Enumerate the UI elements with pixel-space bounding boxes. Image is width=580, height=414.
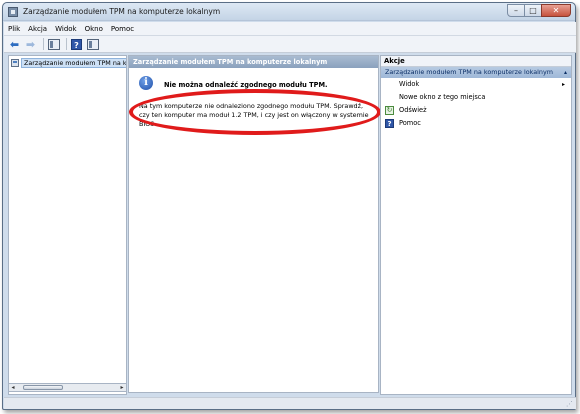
title-bar[interactable]: Zarządzanie modułem TPM na komputerze lo…: [3, 3, 575, 21]
back-arrow-icon: ⬅: [9, 37, 20, 51]
show-hide-action-pane-button[interactable]: [86, 38, 99, 51]
help-icon: ?: [71, 38, 82, 50]
menu-help[interactable]: Pomoc: [111, 25, 134, 33]
forward-button[interactable]: ➡: [24, 38, 37, 51]
refresh-icon: ↻: [385, 106, 394, 115]
submenu-arrow-icon: ▸: [561, 81, 565, 88]
console-tree-horizontal-scrollbar[interactable]: ◂ ▸: [8, 383, 127, 392]
show-hide-action-pane-icon: [86, 38, 99, 50]
menu-file[interactable]: Plik: [8, 25, 20, 33]
scroll-right-arrow-icon[interactable]: ▸: [118, 384, 126, 391]
action-label: Nowe okno z tego miejsca: [399, 93, 486, 101]
tpm-snapin-icon: [11, 59, 19, 67]
window-controls: – □ ✕: [507, 4, 571, 17]
actions-section-label: Zarządzanie modułem TPM na komputerze lo…: [385, 68, 553, 76]
tree-item-tpm-management[interactable]: Zarządzanie modułem TPM na komputerze lo…: [11, 58, 126, 68]
tree-item-label: Zarządzanie modułem TPM na komputerze lo…: [21, 58, 126, 68]
menu-action[interactable]: Akcja: [28, 25, 47, 33]
scroll-left-arrow-icon[interactable]: ◂: [9, 384, 17, 391]
app-icon: [8, 7, 18, 17]
menu-bar: Plik Akcja Widok Okno Pomoc: [4, 22, 576, 36]
highlight-ellipse: [129, 89, 381, 135]
result-pane-header: Zarządzanie modułem TPM na komputerze lo…: [129, 56, 378, 68]
action-label: Widok: [399, 80, 420, 88]
console-tree-pane[interactable]: Zarządzanie modułem TPM na komputerze lo…: [8, 55, 127, 395]
status-bar: ⋰: [4, 397, 576, 409]
mmc-window: Zarządzanie modułem TPM na komputerze lo…: [2, 2, 576, 410]
result-pane: Zarządzanie modułem TPM na komputerze lo…: [128, 55, 381, 393]
window-title: Zarządzanie modułem TPM na komputerze lo…: [23, 7, 221, 16]
toolbar-separator: [66, 38, 67, 50]
menu-view[interactable]: Widok: [55, 25, 77, 33]
action-view[interactable]: Widok ▸: [381, 78, 571, 91]
scrollbar-thumb[interactable]: [23, 385, 63, 390]
forward-arrow-icon: ➡: [25, 37, 36, 51]
actions-section-title[interactable]: Zarządzanie modułem TPM na komputerze lo…: [381, 67, 571, 78]
minimize-button[interactable]: –: [507, 4, 525, 17]
toolbar: ⬅ ➡ ?: [4, 36, 576, 53]
resize-grip-icon[interactable]: ⋰: [566, 400, 573, 408]
show-hide-console-tree-button[interactable]: [47, 38, 60, 51]
action-label: Odśwież: [399, 106, 427, 114]
help-icon: ?: [385, 119, 394, 128]
action-help[interactable]: ? Pomoc: [381, 117, 571, 130]
help-button[interactable]: ?: [70, 38, 83, 51]
action-label: Pomoc: [399, 119, 421, 127]
info-icon: i: [139, 76, 153, 90]
collapse-caret-icon[interactable]: ▴: [564, 67, 567, 78]
maximize-button[interactable]: □: [524, 4, 542, 17]
action-new-window[interactable]: Nowe okno z tego miejsca: [381, 91, 571, 104]
close-button[interactable]: ✕: [541, 4, 571, 17]
actions-header: Akcje: [381, 56, 571, 67]
back-button[interactable]: ⬅: [8, 38, 21, 51]
action-refresh[interactable]: ↻ Odśwież: [381, 104, 571, 117]
toolbar-separator: [43, 38, 44, 50]
actions-pane: Akcje Zarządzanie modułem TPM na kompute…: [380, 55, 572, 395]
show-hide-console-tree-icon: [47, 38, 60, 50]
error-title: Nie można odnaleźć zgodnego modułu TPM.: [164, 81, 328, 89]
menu-window[interactable]: Okno: [85, 25, 103, 33]
